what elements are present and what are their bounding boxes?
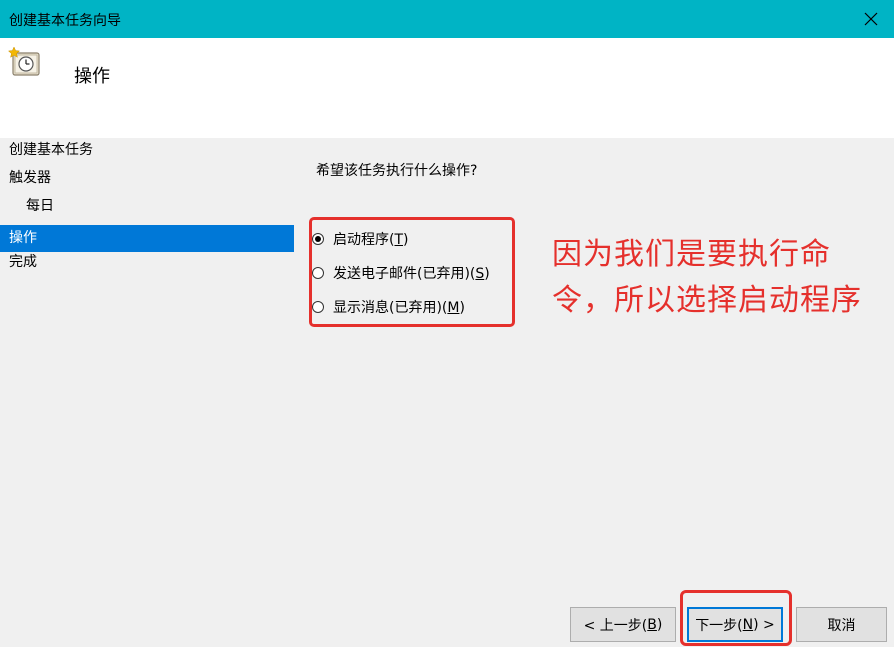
window-title: 创建基本任务向导 [9,13,121,29]
wizard-header: 操作 [0,38,894,138]
step-action: 操作 [0,225,294,252]
step-finish: 完成 [9,254,37,270]
title-bar: 创建基本任务向导 [0,0,894,38]
close-button[interactable] [848,0,894,38]
step-create-basic-task: 创建基本任务 [9,142,93,158]
cancel-button[interactable]: 取消 [796,607,887,642]
highlight-box-next [680,590,792,646]
step-daily: 每日 [26,198,54,214]
task-clock-icon [8,46,40,76]
annotation-text: 因为我们是要执行命令，所以选择启动程序 [552,237,862,318]
wizard-steps: 创建基本任务 触发器 每日 操作 完成 [0,140,296,280]
page-heading: 操作 [74,66,110,87]
action-question: 希望该任务执行什么操作? [316,163,478,179]
close-icon [864,12,878,26]
highlight-box-options [309,217,515,327]
step-trigger: 触发器 [9,170,51,186]
back-button[interactable]: < 上一步(B) [570,607,676,642]
